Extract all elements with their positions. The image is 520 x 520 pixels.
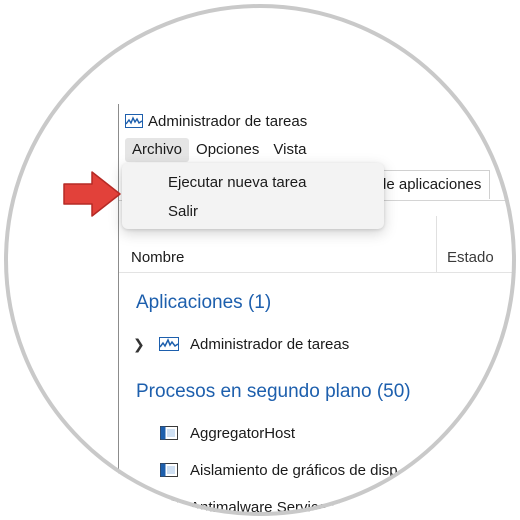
- window-title: Administrador de tareas: [148, 112, 308, 130]
- process-icon: [160, 463, 178, 477]
- column-divider[interactable]: [436, 216, 437, 272]
- column-header-status[interactable]: Estado: [447, 249, 494, 266]
- section-background-title: Procesos en segundo plano (50): [136, 381, 411, 402]
- menu-opciones[interactable]: Opciones: [189, 138, 266, 162]
- task-manager-icon: [125, 114, 143, 128]
- process-icon: [160, 500, 178, 514]
- chevron-right-icon[interactable]: ❯: [133, 336, 145, 353]
- menu-item-run-new-task[interactable]: Ejecutar nueva tarea: [168, 174, 306, 191]
- task-manager-icon: [159, 337, 179, 351]
- menu-item-exit[interactable]: Salir: [168, 203, 198, 220]
- process-name: Antimalware Service E: [190, 498, 341, 516]
- process-name: Aislamiento de gráficos de disp: [190, 461, 398, 479]
- process-row[interactable]: AggregatorHost: [119, 420, 516, 446]
- process-row[interactable]: Aislamiento de gráficos de disp: [119, 457, 516, 483]
- process-row[interactable]: Antimalware Service E: [119, 494, 516, 516]
- process-name: AggregatorHost: [190, 424, 296, 442]
- title-bar: Administrador de tareas: [119, 104, 516, 138]
- archivo-dropdown-menu: Ejecutar nueva tarea Salir: [122, 163, 384, 229]
- menu-vista[interactable]: Vista: [266, 138, 313, 162]
- menu-archivo[interactable]: Archivo: [125, 138, 190, 162]
- column-header-name[interactable]: Nombre: [131, 249, 184, 266]
- tab-app-history[interactable]: de aplicaciones: [369, 170, 491, 199]
- process-row-task-manager[interactable]: ❯ Administrador de tareas: [119, 331, 516, 357]
- process-name: Administrador de tareas: [190, 335, 350, 353]
- process-icon: [160, 426, 178, 440]
- screenshot-frame: Administrador de tareas Archivo Opciones…: [4, 4, 516, 516]
- tab-app-history-label: de aplicaciones: [378, 176, 482, 193]
- menu-bar: Archivo Opciones Vista: [119, 138, 516, 162]
- red-arrow-icon: [63, 171, 121, 217]
- section-apps-title: Aplicaciones (1): [136, 292, 272, 313]
